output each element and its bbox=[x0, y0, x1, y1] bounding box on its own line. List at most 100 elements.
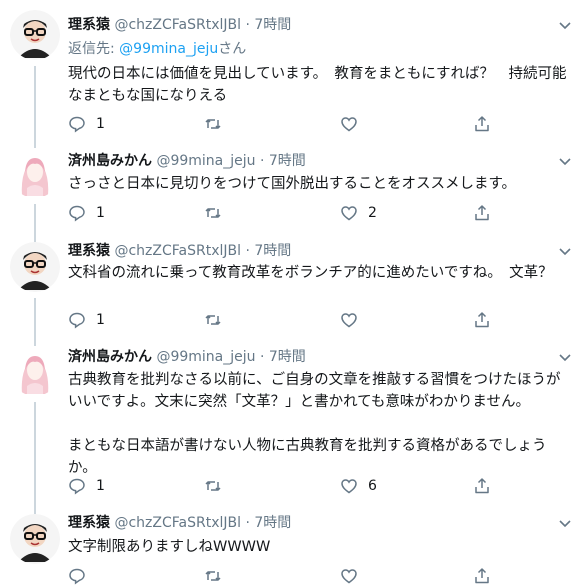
tweet-3[interactable]: 理系猿 @chzZCFaSRtxlJBl · 7時間 文科省の流れに乗って教育改… bbox=[0, 238, 584, 342]
retweet-icon bbox=[205, 481, 221, 491]
user-handle[interactable]: @chzZCFaSRtxlJBl bbox=[114, 17, 241, 33]
share-button[interactable] bbox=[473, 114, 491, 134]
user-handle[interactable]: @99mina_jeju bbox=[156, 349, 255, 365]
avatar-pink-hair-girl-icon bbox=[10, 346, 60, 396]
tweet-text: 古典教育を批判なさる以前に、ご自身の文章を推敲する習慣をつけたほうがいいですよ。… bbox=[68, 372, 561, 476]
reply-icon bbox=[69, 478, 85, 495]
display-name[interactable]: 理系猿 bbox=[68, 243, 110, 259]
share-button[interactable] bbox=[473, 476, 491, 496]
reply-icon bbox=[69, 116, 85, 133]
heart-icon bbox=[341, 117, 357, 132]
avatar-pink-hair-girl-icon bbox=[10, 148, 60, 198]
share-button[interactable] bbox=[473, 566, 491, 586]
timestamp[interactable]: 7時間 bbox=[254, 17, 291, 33]
thread-line bbox=[34, 402, 36, 508]
retweet-button[interactable] bbox=[204, 566, 232, 586]
avatar-risaru[interactable] bbox=[10, 10, 60, 60]
tweet-text: さっさと日本に見切りをつけて国外脱出することをオススメします。 bbox=[68, 176, 517, 192]
heart-icon bbox=[341, 479, 357, 494]
timestamp[interactable]: 7時間 bbox=[254, 515, 291, 531]
share-icon bbox=[475, 205, 489, 221]
reply-to: 返信先: @99mina_jejuさん bbox=[68, 40, 246, 58]
reply-button[interactable]: 1 bbox=[68, 476, 105, 496]
timestamp[interactable]: 7時間 bbox=[269, 349, 306, 365]
reply-button[interactable]: 1 bbox=[68, 114, 105, 134]
thread-line bbox=[34, 204, 36, 238]
chevron-down-icon[interactable] bbox=[558, 244, 572, 258]
retweet-button[interactable] bbox=[204, 476, 232, 496]
avatar-glasses-man-icon bbox=[10, 514, 60, 564]
tweet-5[interactable]: 理系猿 @chzZCFaSRtxlJBl · 7時間 文字制限ありますしねWWW… bbox=[0, 508, 584, 585]
user-handle[interactable]: @chzZCFaSRtxlJBl bbox=[114, 515, 241, 531]
avatar-glasses-man-icon bbox=[10, 242, 60, 292]
reply-count: 1 bbox=[96, 205, 105, 221]
tweet-text: 文字制限ありますしねWWWW bbox=[68, 539, 271, 555]
share-button[interactable] bbox=[473, 203, 491, 223]
heart-icon bbox=[341, 206, 357, 221]
like-count: 6 bbox=[368, 478, 377, 494]
tweet-header: 済州島みかん @99mina_jeju · 7時間 bbox=[68, 152, 306, 170]
share-icon bbox=[475, 116, 489, 132]
reply-count: 1 bbox=[96, 478, 105, 494]
retweet-icon bbox=[205, 571, 221, 581]
tweet-header: 済州島みかん @99mina_jeju · 7時間 bbox=[68, 348, 306, 366]
reply-mention-link[interactable]: @99mina_jeju bbox=[119, 41, 218, 57]
tweet-actions bbox=[68, 566, 498, 586]
avatar-risaru[interactable] bbox=[10, 242, 60, 292]
tweet-4[interactable]: 済州島みかん @99mina_jeju · 7時間 古典教育を批判なさる以前に、… bbox=[0, 342, 584, 508]
thread-line bbox=[34, 66, 36, 142]
like-button[interactable] bbox=[340, 310, 368, 330]
timestamp[interactable]: 7時間 bbox=[254, 243, 291, 259]
tweet-actions: 1 bbox=[68, 114, 498, 134]
user-handle[interactable]: @99mina_jeju bbox=[156, 153, 255, 169]
display-name[interactable]: 理系猿 bbox=[68, 17, 110, 33]
share-icon bbox=[475, 478, 489, 494]
thread-line bbox=[34, 298, 36, 342]
reply-count: 1 bbox=[96, 116, 105, 132]
chevron-down-icon[interactable] bbox=[558, 516, 572, 530]
avatar-mikan[interactable] bbox=[10, 148, 60, 198]
reply-to-suffix: さん bbox=[218, 41, 247, 57]
tweet-2[interactable]: 済州島みかん @99mina_jeju · 7時間 さっさと日本に見切りをつけて… bbox=[0, 142, 584, 238]
display-name[interactable]: 理系猿 bbox=[68, 515, 110, 531]
avatar-mikan[interactable] bbox=[10, 346, 60, 396]
reply-button[interactable] bbox=[68, 566, 96, 586]
share-button[interactable] bbox=[473, 310, 491, 330]
reply-count: 1 bbox=[96, 312, 105, 328]
like-count: 2 bbox=[368, 205, 377, 221]
separator-dot: · bbox=[245, 515, 250, 531]
separator-dot: · bbox=[259, 153, 265, 169]
chevron-down-icon[interactable] bbox=[558, 350, 572, 364]
tweet-text: 文科省の流れに乗って教育改革をボランチア的に進めたいですね。 文革？ bbox=[68, 265, 553, 281]
avatar-risaru[interactable] bbox=[10, 514, 60, 564]
tweet-header: 理系猿 @chzZCFaSRtxlJBl · 7時間 bbox=[68, 242, 291, 260]
tweet-text: 現代の日本には価値を見出しています。 教育をまともにすれば？ 持続可能なまともな… bbox=[68, 66, 567, 104]
retweet-icon bbox=[205, 119, 221, 129]
retweet-button[interactable] bbox=[204, 114, 232, 134]
display-name[interactable]: 済州島みかん bbox=[68, 153, 152, 169]
reply-icon bbox=[69, 312, 85, 329]
timestamp[interactable]: 7時間 bbox=[269, 153, 306, 169]
reply-to-prefix: 返信先: bbox=[68, 41, 120, 57]
tweet-actions: 1 6 bbox=[68, 476, 498, 496]
reply-button[interactable]: 1 bbox=[68, 310, 105, 330]
retweet-icon bbox=[205, 208, 221, 218]
display-name[interactable]: 済州島みかん bbox=[68, 349, 152, 365]
chevron-down-icon[interactable] bbox=[558, 154, 572, 168]
like-button[interactable] bbox=[340, 566, 368, 586]
retweet-icon bbox=[205, 315, 221, 325]
user-handle[interactable]: @chzZCFaSRtxlJBl bbox=[114, 243, 241, 259]
tweet-1[interactable]: 理系猿 @chzZCFaSRtxlJBl · 7時間 返信先: @99mina_… bbox=[0, 0, 584, 142]
retweet-button[interactable] bbox=[204, 203, 232, 223]
like-button[interactable]: 2 bbox=[340, 203, 377, 223]
chevron-down-icon[interactable] bbox=[558, 18, 572, 32]
retweet-button[interactable] bbox=[204, 310, 232, 330]
reply-button[interactable]: 1 bbox=[68, 203, 105, 223]
like-button[interactable] bbox=[340, 114, 368, 134]
reply-icon bbox=[69, 205, 85, 222]
like-button[interactable]: 6 bbox=[340, 476, 377, 496]
tweet-actions: 1 bbox=[68, 310, 498, 330]
tweet-header: 理系猿 @chzZCFaSRtxlJBl · 7時間 bbox=[68, 16, 291, 34]
avatar-glasses-man-icon bbox=[10, 10, 60, 60]
share-icon bbox=[475, 568, 489, 584]
